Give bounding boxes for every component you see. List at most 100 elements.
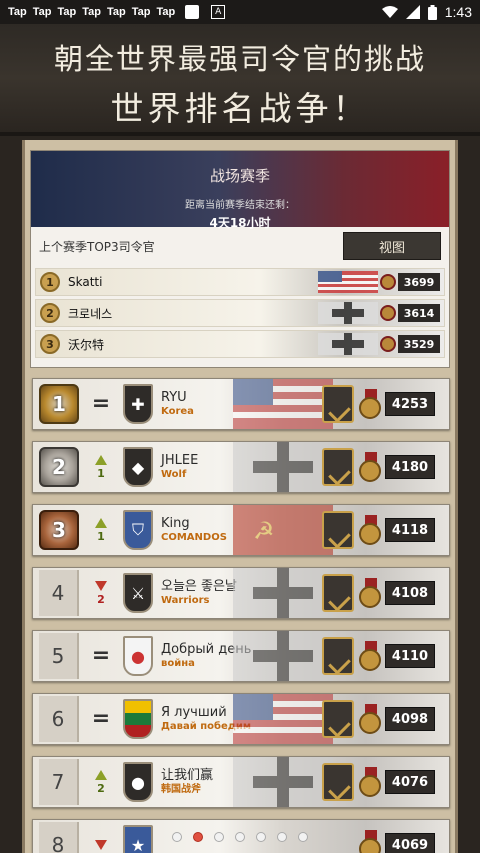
page-dot[interactable] bbox=[277, 832, 287, 842]
rank-number: 4 bbox=[39, 570, 79, 616]
clan-name: COMANDOS bbox=[161, 531, 227, 543]
rank-change: 1 bbox=[79, 454, 123, 480]
rank-insignia-icon bbox=[322, 700, 354, 738]
score: 4108 bbox=[385, 581, 435, 605]
rank-number: 3 bbox=[52, 518, 66, 542]
ranking-row[interactable]: 3 1 ⛉ King COMANDOS ☭ 4118 bbox=[32, 504, 450, 556]
tap-notification: Tap bbox=[107, 6, 126, 18]
score: 4180 bbox=[385, 455, 435, 479]
ranking-row[interactable]: 5 = ● Добрый день война 4110 bbox=[32, 630, 450, 682]
clan-name: Korea bbox=[161, 405, 194, 417]
medal-icon bbox=[380, 336, 396, 352]
ranking-row[interactable]: 6 = Я лучший Давай победим 4098 bbox=[32, 693, 450, 745]
cross-emblem-icon: ✚ bbox=[123, 384, 153, 424]
rank-number: 6 bbox=[39, 696, 79, 742]
wifi-icon bbox=[381, 6, 398, 18]
crossed-swords-emblem-icon: ⚔ bbox=[123, 573, 153, 613]
rank-medal-icon: 3 bbox=[40, 334, 60, 354]
ranking-row[interactable]: 4 2 ⚔ 오늘은 좋은날 Warriors 4108 bbox=[32, 567, 450, 619]
ranking-row[interactable]: 1 = ✚ RYU Korea 4253 bbox=[32, 378, 450, 430]
clan-name: 韩国战斧 bbox=[161, 783, 201, 795]
ranking-row[interactable]: 7 2 ● 让我们赢 韩国战斧 4076 bbox=[32, 756, 450, 808]
change-amount: 2 bbox=[97, 781, 105, 795]
change-amount: 2 bbox=[97, 592, 105, 606]
rank-change: 1 bbox=[79, 517, 123, 543]
top3-row[interactable]: 3 沃尔特 3529 bbox=[35, 330, 445, 358]
medal-icon bbox=[359, 767, 383, 797]
medal-icon bbox=[359, 578, 383, 608]
player-name: RYU bbox=[161, 389, 187, 405]
rank-number: 7 bbox=[39, 759, 79, 805]
usa-flag-icon bbox=[318, 271, 378, 293]
rank-up-icon bbox=[95, 454, 107, 465]
tap-notification: Tap bbox=[156, 6, 176, 18]
silver-rank-badge-icon: 2 bbox=[39, 447, 79, 487]
rank-insignia-icon bbox=[322, 385, 354, 423]
page-dot[interactable] bbox=[256, 832, 266, 842]
player-name: JHLEE bbox=[161, 452, 199, 468]
status-bar: Tap Tap Tap Tap Tap Tap Tap A 1:43 bbox=[0, 0, 480, 24]
page-dot[interactable] bbox=[172, 832, 182, 842]
soviet-flag-icon: ☭ bbox=[233, 505, 333, 555]
tap-notification: Tap bbox=[131, 6, 151, 18]
svg-text:☭: ☭ bbox=[253, 517, 275, 545]
top3-row[interactable]: 2 크로네스 3614 bbox=[35, 299, 445, 327]
lithuania-flag-emblem-icon bbox=[123, 699, 153, 739]
rank-medal-icon: 2 bbox=[40, 303, 60, 323]
ranking-list: 1 = ✚ RYU Korea 4253 2 1 ◆ JHLEE Wolf 4180… bbox=[32, 378, 450, 853]
medal-icon bbox=[359, 641, 383, 671]
player-name: 让我们赢 bbox=[161, 767, 214, 783]
top3-title: 上个赛季TOP3司令官 bbox=[39, 239, 155, 254]
header-title-line1: 朝全世界最强司令官的挑战 bbox=[53, 42, 426, 76]
season-header: 战场赛季 距离当前赛季结束还剩： 4天18小时 bbox=[31, 151, 449, 230]
no-change-icon: = bbox=[91, 706, 111, 731]
header-title-line2: 世界排名战争！ bbox=[110, 89, 370, 128]
rank-insignia-icon bbox=[322, 637, 354, 675]
rank-insignia-icon bbox=[322, 448, 354, 486]
rank-change: = bbox=[79, 393, 123, 415]
score: 4118 bbox=[385, 518, 435, 542]
page-dot[interactable] bbox=[298, 832, 308, 842]
rank-change: = bbox=[79, 645, 123, 667]
medal-icon bbox=[380, 305, 396, 321]
medal-icon bbox=[359, 452, 383, 482]
boar-emblem-icon: ◆ bbox=[123, 447, 153, 487]
grenade-emblem-icon: ● bbox=[123, 762, 153, 802]
bronze-rank-badge-icon: 3 bbox=[39, 510, 79, 550]
top3-score: 3614 bbox=[398, 304, 440, 322]
rank-up-icon bbox=[95, 769, 107, 780]
page-dot[interactable] bbox=[214, 832, 224, 842]
rank-insignia-icon bbox=[322, 574, 354, 612]
page-dot-active[interactable] bbox=[193, 832, 203, 842]
korea-flag-emblem-icon: ● bbox=[123, 636, 153, 676]
medal-icon bbox=[380, 274, 396, 290]
page-dot[interactable] bbox=[235, 832, 245, 842]
clan-name: Wolf bbox=[161, 468, 187, 480]
player-name: 오늘은 좋은날 bbox=[161, 578, 237, 594]
score: 4098 bbox=[385, 707, 435, 731]
clock: 1:43 bbox=[444, 4, 472, 20]
top3-row[interactable]: 1 Skatti 3699 bbox=[35, 268, 445, 296]
usa-flag-icon bbox=[233, 379, 333, 429]
header-banner: 朝全世界最强司令官的挑战 世界排名战争！ bbox=[0, 24, 480, 136]
score: 4110 bbox=[385, 644, 435, 668]
season-title: 战场赛季 bbox=[209, 167, 270, 185]
view-button[interactable]: 视图 bbox=[343, 232, 441, 260]
tap-notification: Tap bbox=[32, 6, 52, 18]
iron-cross-flag-icon bbox=[318, 333, 378, 355]
cellular-icon bbox=[405, 5, 420, 19]
change-amount: 1 bbox=[97, 466, 105, 480]
top3-name: 크로네스 bbox=[68, 306, 113, 321]
change-amount: 1 bbox=[97, 529, 105, 543]
ranking-row[interactable]: 2 1 ◆ JHLEE Wolf 4180 bbox=[32, 441, 450, 493]
usa-flag-icon bbox=[233, 694, 333, 744]
no-change-icon: = bbox=[91, 391, 111, 416]
rank-insignia-icon bbox=[322, 511, 354, 549]
rank-change: 2 bbox=[79, 580, 123, 606]
top3-name: Skatti bbox=[68, 275, 103, 289]
iron-cross-flag-icon bbox=[233, 568, 333, 618]
rank-up-icon bbox=[95, 517, 107, 528]
notification-icons: Tap Tap Tap Tap Tap Tap Tap A bbox=[8, 5, 226, 19]
iron-cross-flag-icon bbox=[318, 302, 378, 324]
tap-notification: Tap bbox=[82, 6, 101, 18]
